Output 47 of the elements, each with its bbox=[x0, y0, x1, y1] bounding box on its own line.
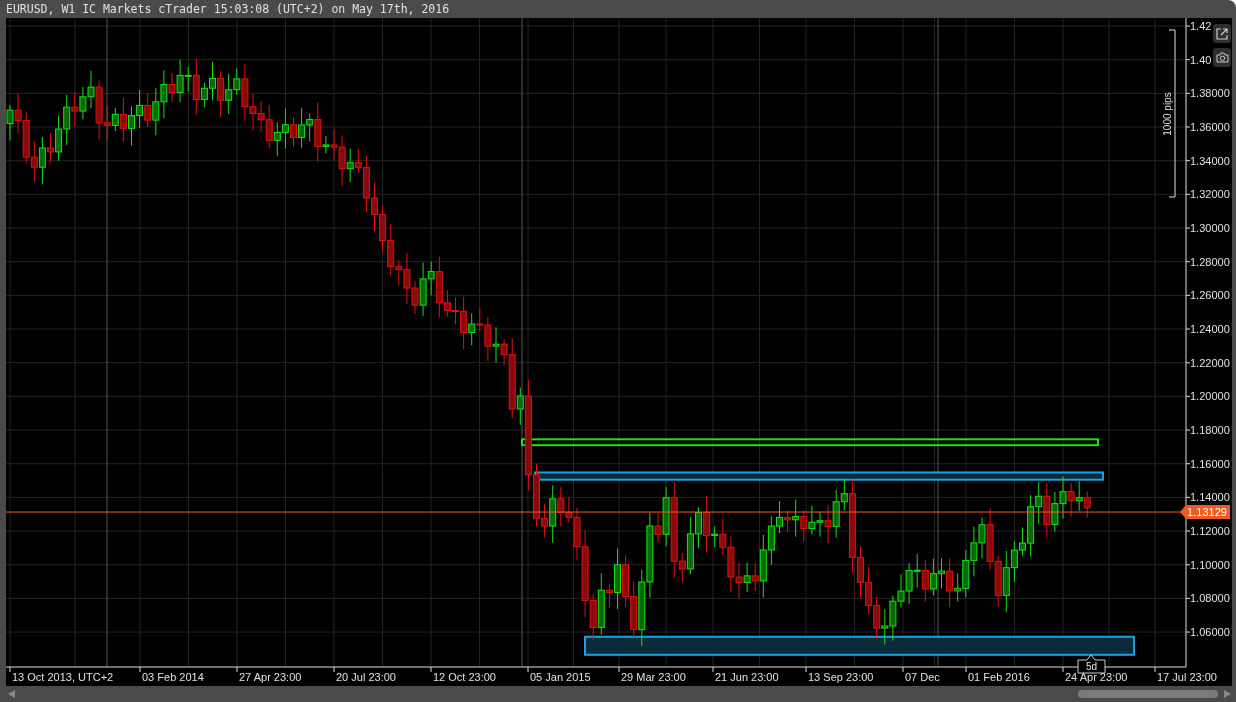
price-label: 1.34000 bbox=[1190, 154, 1230, 167]
time-label: 24 Apr 23:00 bbox=[1065, 671, 1128, 683]
time-label: 13 Oct 2013, UTC+2 bbox=[12, 671, 114, 683]
time-label: 29 Mar 23:00 bbox=[621, 671, 686, 683]
price-label: 1.18000 bbox=[1190, 424, 1230, 437]
zone-rectangle[interactable] bbox=[521, 438, 1099, 447]
time-label: 12 Oct 23:00 bbox=[433, 671, 496, 683]
price-label: 1.14000 bbox=[1190, 491, 1230, 504]
price-label: 1.38000 bbox=[1190, 87, 1230, 100]
detach-button[interactable] bbox=[1213, 24, 1231, 43]
price-label: 1.42 bbox=[1190, 20, 1212, 32]
price-label: 1.30000 bbox=[1190, 222, 1230, 234]
price-tag: 1.13129 bbox=[1180, 505, 1230, 520]
scroll-right-icon[interactable] bbox=[1224, 690, 1231, 698]
price-label: 1.36000 bbox=[1190, 121, 1230, 133]
price-label: 1.20000 bbox=[1190, 390, 1230, 403]
price-label: 1.32000 bbox=[1190, 188, 1230, 201]
price-label: 1.28000 bbox=[1190, 255, 1230, 268]
time-label: 17 Jul 23:00 bbox=[1157, 671, 1217, 683]
price-label: 1.24000 bbox=[1190, 323, 1230, 336]
time-label: 20 Jul 23:00 bbox=[336, 671, 396, 683]
price-label: 1.10000 bbox=[1190, 558, 1230, 571]
price-label: 1.40 bbox=[1190, 53, 1212, 66]
price-label: 1.22000 bbox=[1190, 356, 1230, 369]
screenshot-button[interactable] bbox=[1213, 48, 1231, 67]
price-label: 1.06000 bbox=[1190, 626, 1230, 639]
time-label: 03 Feb 2014 bbox=[142, 671, 204, 683]
price-label: 1.26000 bbox=[1190, 289, 1230, 302]
time-label: 01 Feb 2016 bbox=[968, 671, 1030, 683]
scroll-left-icon[interactable] bbox=[8, 690, 15, 698]
time-label: 13 Sep 23:00 bbox=[808, 671, 874, 683]
camera-icon bbox=[1215, 52, 1229, 63]
time-label: 07 Dec bbox=[905, 671, 940, 683]
time-label: 05 Jan 2015 bbox=[530, 671, 591, 683]
scrollbar-thumb[interactable] bbox=[1078, 690, 1218, 698]
external-link-icon bbox=[1216, 27, 1228, 40]
window-title: EURUSD, W1 IC Markets cTrader 15:03:08 (UTC+2) on May 17th, 2016 bbox=[5, 1, 451, 18]
zone-rectangle[interactable] bbox=[584, 635, 1135, 656]
ruler-label: 1000 pips bbox=[1162, 92, 1173, 136]
zone-rectangle[interactable] bbox=[534, 471, 1104, 481]
time-label: 21 Jun 23:00 bbox=[715, 671, 779, 683]
time-label: 27 Apr 23:00 bbox=[239, 671, 302, 683]
price-label: 1.08000 bbox=[1190, 592, 1230, 605]
price-label: 1.16000 bbox=[1190, 457, 1230, 470]
price-label: 1.12000 bbox=[1190, 525, 1230, 538]
period-marker-label: 5d bbox=[1085, 661, 1098, 672]
period-marker[interactable] bbox=[1077, 654, 1106, 674]
